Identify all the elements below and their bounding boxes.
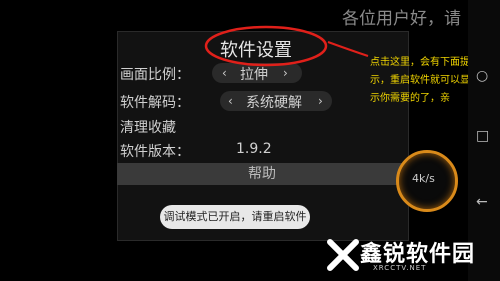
version-value: 1.9.2: [236, 141, 272, 157]
speed-text: 4k/s: [412, 172, 435, 185]
recent-apps-icon[interactable]: □: [476, 128, 489, 144]
annotation-text: 点击这里，会有下面提 示，重启软件就可以显 示你需要的了，亲: [370, 54, 470, 108]
chevron-left-icon[interactable]: ‹: [228, 94, 233, 108]
annotation-line-1: 点击这里，会有下面提: [370, 57, 470, 68]
back-icon[interactable]: ←: [476, 194, 488, 210]
toast-message: 调试模式已开启，请重启软件: [160, 205, 310, 229]
decoder-value: 系统硬解: [246, 95, 302, 111]
home-icon[interactable]: ○: [476, 68, 488, 84]
chevron-right-icon[interactable]: ›: [318, 94, 323, 108]
row-clear-favorites[interactable]: 清理收藏: [120, 117, 176, 137]
watermark-url: XRCCTV.NET: [373, 264, 427, 272]
row-version-label: 软件版本：: [120, 144, 190, 160]
watermark-logo-icon: [327, 239, 359, 271]
annotation-circle: [204, 25, 369, 67]
annotation-line-3: 示你需要的了，亲: [370, 93, 450, 104]
row-aspect-ratio-label: 画面比例：: [120, 67, 190, 83]
help-button[interactable]: 帮助: [117, 163, 407, 185]
row-decoder-label: 软件解码：: [120, 95, 190, 111]
annotation-line-2: 示，重启软件就可以显: [370, 75, 470, 86]
